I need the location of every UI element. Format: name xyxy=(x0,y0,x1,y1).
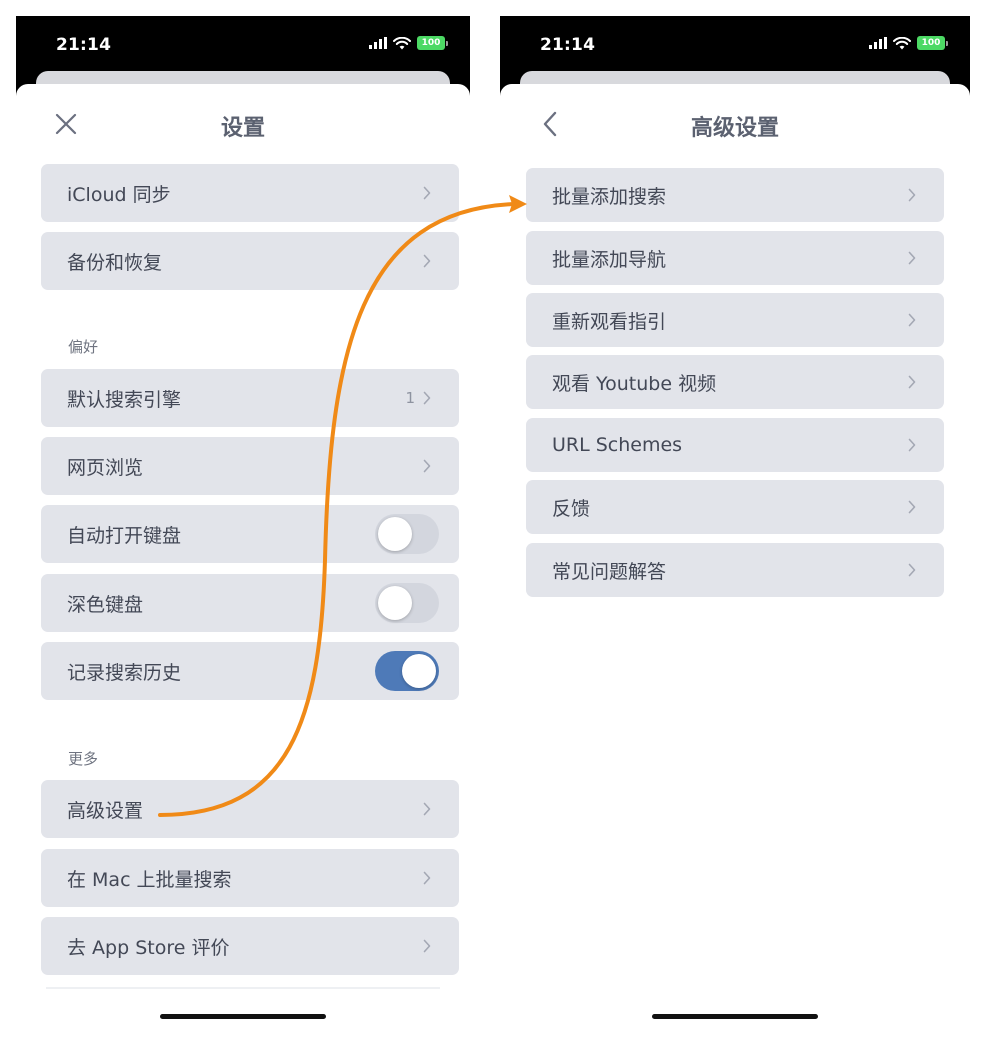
chevron-right-icon xyxy=(423,939,431,953)
row-label: 记录搜索历史 xyxy=(67,661,182,684)
chevron-right-icon xyxy=(908,438,916,452)
row-label: URL Schemes xyxy=(552,434,683,456)
dark-keyboard-row: 深色键盘 xyxy=(41,574,459,632)
section-header-more: 更多 xyxy=(68,750,99,768)
chevron-right-icon xyxy=(423,871,431,885)
feedback-row[interactable]: 反馈 xyxy=(526,480,944,534)
home-indicator[interactable] xyxy=(160,1014,326,1019)
chevron-right-icon xyxy=(908,375,916,389)
batch-add-navigation-row[interactable]: 批量添加导航 xyxy=(526,231,944,285)
row-label: 深色键盘 xyxy=(67,593,144,616)
backup-restore-row[interactable]: 备份和恢复 xyxy=(41,232,459,290)
battery-icon: 100 xyxy=(417,36,448,50)
row-label: 网页浏览 xyxy=(67,456,144,479)
default-search-engine-row[interactable]: 默认搜索引擎 1 xyxy=(41,369,459,427)
app-store-review-row[interactable]: 去 App Store 评价 xyxy=(41,917,459,975)
mac-batch-search-row[interactable]: 在 Mac 上批量搜索 xyxy=(41,849,459,907)
chevron-right-icon xyxy=(908,188,916,202)
row-label: 观看 Youtube 视频 xyxy=(552,372,717,395)
row-value: 1 xyxy=(405,389,415,407)
row-label: 常见问题解答 xyxy=(552,560,667,583)
row-label: 自动打开键盘 xyxy=(67,524,182,547)
chevron-right-icon xyxy=(423,802,431,816)
section-header-preferences: 偏好 xyxy=(68,338,99,356)
chevron-right-icon xyxy=(908,500,916,514)
url-schemes-row[interactable]: URL Schemes xyxy=(526,418,944,472)
row-label: 重新观看指引 xyxy=(552,310,667,333)
faq-row[interactable]: 常见问题解答 xyxy=(526,543,944,597)
youtube-video-row[interactable]: 观看 Youtube 视频 xyxy=(526,355,944,409)
row-label: 批量添加导航 xyxy=(552,248,667,271)
cellular-signal-icon xyxy=(869,37,887,49)
battery-level: 100 xyxy=(917,36,945,50)
row-label: 批量添加搜索 xyxy=(552,185,667,208)
rewatch-guide-row[interactable]: 重新观看指引 xyxy=(526,293,944,347)
search-history-toggle[interactable] xyxy=(375,651,439,691)
row-label: 反馈 xyxy=(552,497,591,520)
battery-icon: 100 xyxy=(917,36,948,50)
page-title: 设置 xyxy=(220,116,265,141)
status-time: 21:14 xyxy=(56,35,112,55)
row-label: 去 App Store 评价 xyxy=(67,936,230,959)
wifi-icon xyxy=(393,36,411,49)
chevron-right-icon xyxy=(423,459,431,473)
chevron-right-icon xyxy=(908,563,916,577)
settings-sheet: 设置 iCloud 同步 备份和恢复 偏好 默认搜索引擎 1 网页浏览 自动打开… xyxy=(16,84,470,1029)
divider xyxy=(46,987,440,989)
row-label: 在 Mac 上批量搜索 xyxy=(67,868,232,891)
chevron-right-icon xyxy=(423,391,431,405)
web-browsing-row[interactable]: 网页浏览 xyxy=(41,437,459,495)
advanced-settings-sheet: 高级设置 批量添加搜索 批量添加导航 重新观看指引 观看 Youtube 视频 … xyxy=(500,84,970,1029)
row-label: iCloud 同步 xyxy=(67,183,171,206)
page-title: 高级设置 xyxy=(690,116,779,141)
icloud-sync-row[interactable]: iCloud 同步 xyxy=(41,164,459,222)
status-bar: 21:14 100 xyxy=(16,16,470,76)
row-label: 默认搜索引擎 xyxy=(67,388,182,411)
chevron-right-icon xyxy=(423,254,431,268)
batch-add-search-row[interactable]: 批量添加搜索 xyxy=(526,168,944,222)
advanced-settings-row[interactable]: 高级设置 xyxy=(41,780,459,838)
status-icons: 100 xyxy=(869,36,948,50)
auto-open-keyboard-toggle[interactable] xyxy=(375,514,439,554)
chevron-right-icon xyxy=(908,251,916,265)
settings-screen: 21:14 100 设置 iCloud 同步 备份和恢复 偏好 默认搜索引擎 1… xyxy=(16,16,470,1029)
cellular-signal-icon xyxy=(369,37,387,49)
auto-open-keyboard-row: 自动打开键盘 xyxy=(41,505,459,563)
status-bar: 21:14 100 xyxy=(500,16,970,76)
status-time: 21:14 xyxy=(540,35,596,55)
battery-level: 100 xyxy=(417,36,445,50)
sheet-header: 设置 xyxy=(16,84,470,166)
chevron-right-icon xyxy=(423,186,431,200)
status-icons: 100 xyxy=(369,36,448,50)
home-indicator[interactable] xyxy=(652,1014,818,1019)
search-history-row: 记录搜索历史 xyxy=(41,642,459,700)
sheet-header: 高级设置 xyxy=(500,84,970,166)
row-label: 高级设置 xyxy=(67,799,144,822)
wifi-icon xyxy=(893,36,911,49)
row-label: 备份和恢复 xyxy=(67,251,163,274)
advanced-settings-screen: 21:14 100 高级设置 批量添加搜索 批量添加导航 重新观看指引 观看 Y… xyxy=(500,16,970,1029)
chevron-right-icon xyxy=(908,313,916,327)
dark-keyboard-toggle[interactable] xyxy=(375,583,439,623)
